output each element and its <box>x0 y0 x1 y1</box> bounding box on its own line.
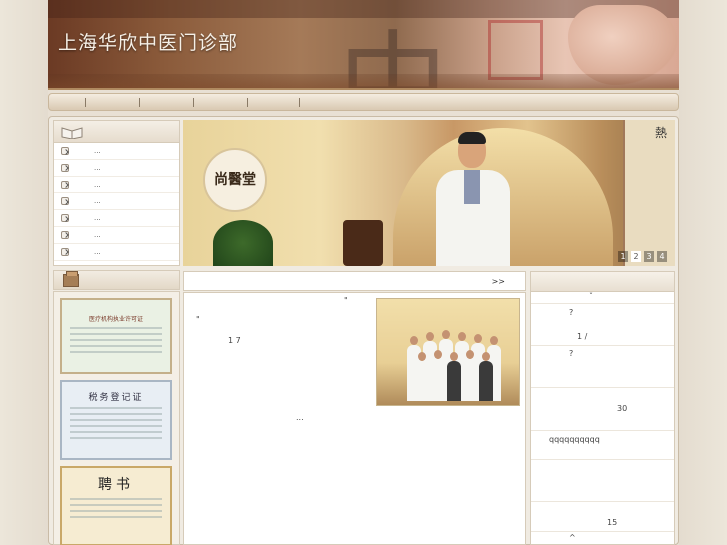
certificate-text-lines <box>62 407 170 439</box>
page-margin-right <box>679 0 727 545</box>
sidebar-item[interactable]: ... <box>54 177 179 194</box>
sidebar-list: ... ... ... ... ... ... ... <box>54 143 179 261</box>
faq-divider <box>531 345 674 346</box>
slide-page-button[interactable]: 3 <box>644 251 654 262</box>
sidebar-item[interactable]: ... <box>54 227 179 244</box>
intro-header: >> <box>183 271 526 291</box>
faq-question[interactable]: qqqqqqqqqq <box>549 435 600 444</box>
chevron-right-icon <box>61 180 69 189</box>
chevron-right-icon <box>61 147 69 155</box>
certificate-text-lines <box>62 327 170 353</box>
faq-divider <box>531 459 674 460</box>
sidebar-item-label: ... <box>94 163 101 172</box>
nav-separator <box>247 98 248 107</box>
certificate-image[interactable]: 聘书 <box>60 466 172 545</box>
certificates-header <box>53 270 180 290</box>
certificate-text-lines <box>62 498 170 518</box>
faq-answer: 15 <box>607 518 618 527</box>
main-nav <box>48 93 679 111</box>
faq-divider <box>531 430 674 431</box>
slide-plant <box>213 220 273 266</box>
faq-header <box>531 272 674 292</box>
chevron-right-icon <box>61 197 69 206</box>
chevron-right-icon <box>61 230 69 239</box>
faq-answer: 1 / <box>577 332 588 341</box>
staff-group-photo[interactable] <box>376 298 520 406</box>
open-book-icon <box>61 127 83 139</box>
sidebar-item[interactable]: ... <box>54 160 179 177</box>
sidebar-item-label: ... <box>94 230 101 239</box>
faq-question[interactable]: ? <box>569 308 573 317</box>
nav-separator <box>85 98 86 107</box>
site-title: 上海华欣中医门诊部 <box>58 32 239 54</box>
intro-text: 1 7 <box>228 336 241 345</box>
doctor-hair <box>458 132 486 144</box>
slide-chair <box>343 220 383 266</box>
box-icon <box>63 271 79 287</box>
faq-divider <box>531 303 674 304</box>
sidebar-menu: ... ... ... ... ... ... ... <box>53 120 180 266</box>
sidebar-header <box>54 121 179 143</box>
sidebar-item-label: ... <box>94 147 101 155</box>
poster-character: 熱 <box>655 126 668 140</box>
certificate-title: 聘书 <box>98 477 134 493</box>
certificates-panel: 医疗机构执业许可证 税务登记证 聘书 <box>53 291 180 545</box>
slide-page-button[interactable]: 4 <box>657 251 667 262</box>
faq-divider <box>531 387 674 388</box>
more-link[interactable]: >> <box>492 277 505 286</box>
site-banner: 中 上海华欣中医门诊部 <box>48 0 679 90</box>
doctor-shirt <box>464 170 480 204</box>
sidebar-item-label: ... <box>94 214 101 223</box>
sidebar-item-label: ... <box>94 197 101 206</box>
sidebar-item-label: ... <box>94 180 101 189</box>
staff-member <box>415 352 429 401</box>
banner-seal-graphic <box>488 20 543 80</box>
staff-member <box>463 350 477 401</box>
sidebar-item[interactable]: ... <box>54 244 179 261</box>
faq-panel: ˇ ? 1 / ? 30 qqqqqqqqqq 15 ^ <box>530 271 675 545</box>
banner-bottom-shade <box>48 74 679 88</box>
certificate-image[interactable]: 医疗机构执业许可证 <box>60 298 172 374</box>
chevron-right-icon <box>61 163 69 172</box>
slide-page-button[interactable]: 1 <box>618 251 628 262</box>
nav-separator <box>193 98 194 107</box>
banner-massage-photo <box>568 5 678 85</box>
slide-pagination: 1 2 3 4 <box>618 251 667 262</box>
intro-ellipsis: ... <box>296 413 304 422</box>
page-margin-left <box>0 0 48 545</box>
sidebar-item-label: ... <box>94 247 101 256</box>
nav-separator <box>299 98 300 107</box>
intro-text: " <box>344 296 348 305</box>
sidebar-item[interactable]: ... <box>54 143 179 160</box>
sidebar-item[interactable]: ... <box>54 210 179 227</box>
doctor-figure <box>428 132 518 266</box>
intro-panel: " " 1 7 ... <box>183 292 526 545</box>
clinic-plaque: 尚醫堂 <box>203 148 267 212</box>
staff-member <box>479 352 493 401</box>
slide-page-button-active[interactable]: 2 <box>631 251 641 262</box>
staff-member <box>447 352 461 401</box>
certificate-title: 税务登记证 <box>88 393 144 403</box>
sidebar-item[interactable]: ... <box>54 193 179 211</box>
nav-separator <box>139 98 140 107</box>
faq-answer: 30 <box>617 404 628 413</box>
wall-poster: 熱 <box>623 120 675 266</box>
certificate-title: 医疗机构执业许可证 <box>88 316 143 323</box>
chevron-right-icon <box>61 247 69 256</box>
hero-slideshow[interactable]: 尚醫堂 熱 1 2 3 4 <box>183 120 675 266</box>
faq-divider <box>531 501 674 502</box>
intro-text: " <box>196 315 200 324</box>
faq-text: ˇ <box>589 292 593 301</box>
staff-member <box>431 350 445 401</box>
faq-question[interactable]: ^ <box>569 533 576 542</box>
faq-divider <box>531 531 674 532</box>
certificate-image[interactable]: 税务登记证 <box>60 380 172 460</box>
chevron-right-icon <box>61 214 69 223</box>
faq-question[interactable]: ? <box>569 349 573 358</box>
